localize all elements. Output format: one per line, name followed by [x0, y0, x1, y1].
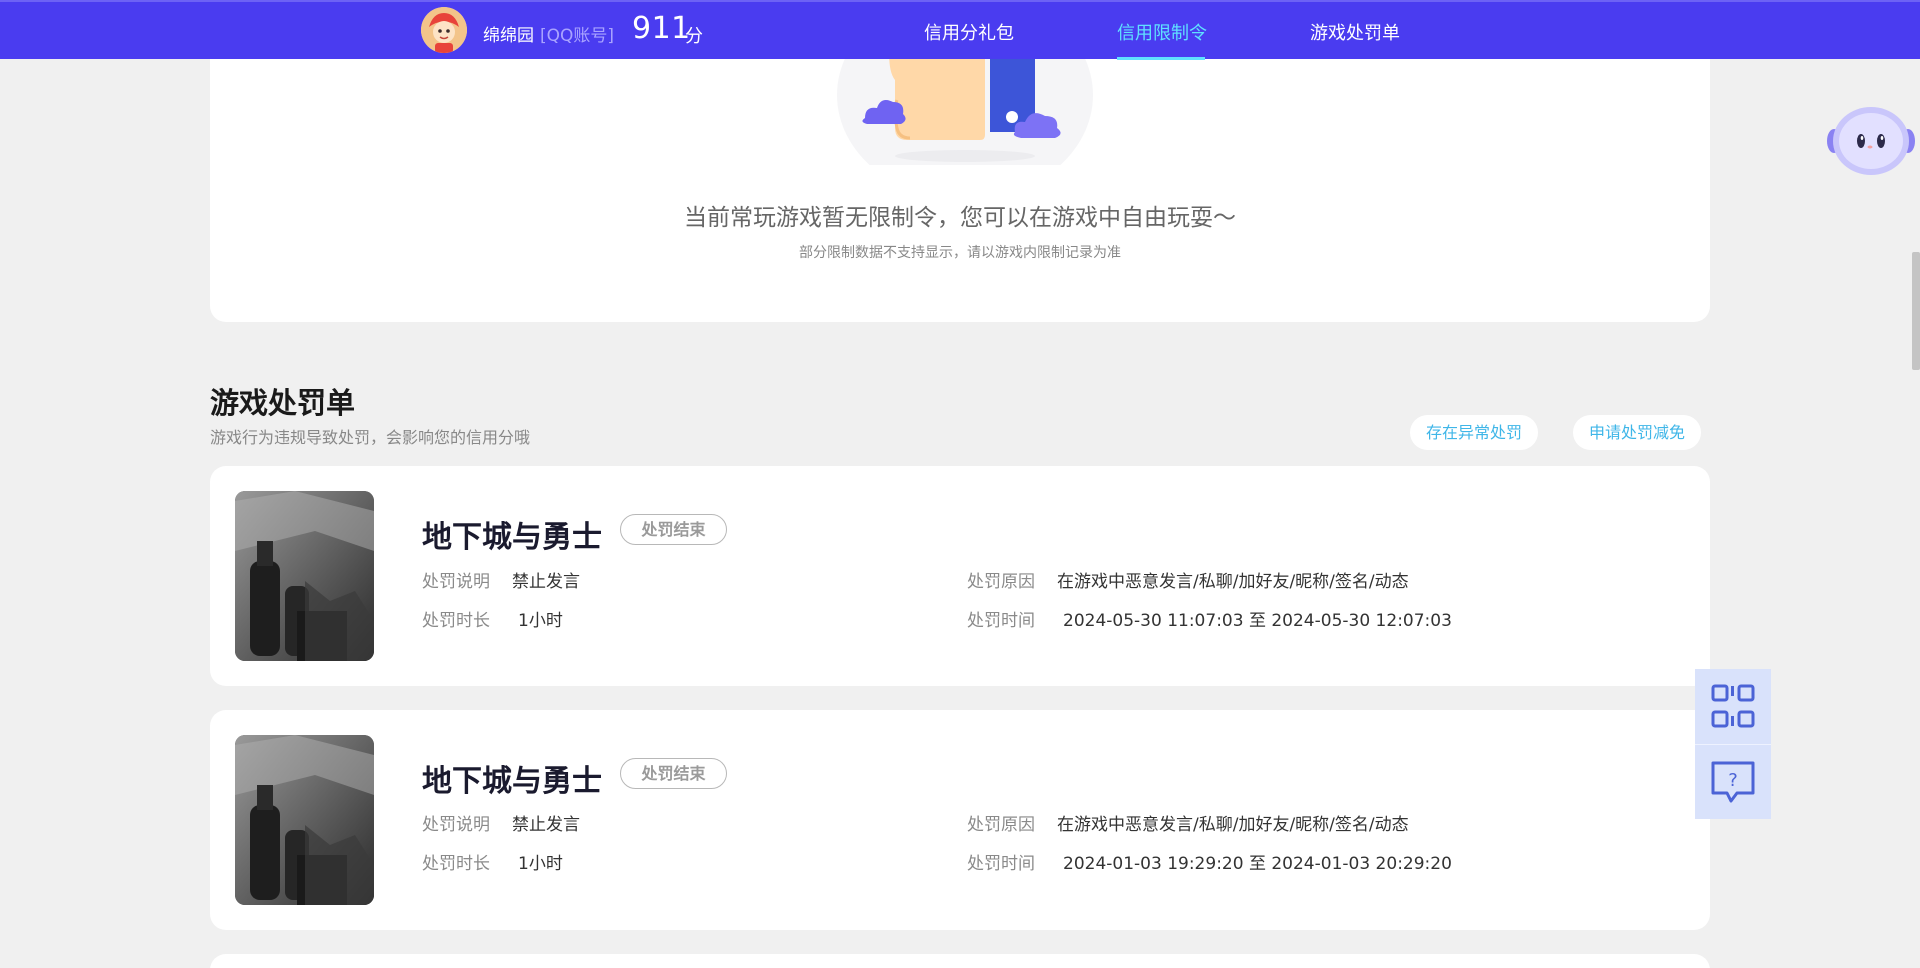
game-thumbnail: [235, 491, 374, 661]
game-name: 地下城与勇士: [422, 520, 602, 555]
penalty-reason-label: 处罚原因: [967, 815, 1035, 835]
tab-credit-gift[interactable]: 信用分礼包: [924, 19, 1014, 45]
status-badge: 处罚结束: [620, 758, 727, 789]
qr-code-icon: [1711, 684, 1755, 728]
penalty-duration-label: 处罚时长: [422, 611, 490, 631]
penalty-card: 地下城与勇士 处罚结束 处罚说明 禁止发言 处罚时长 1小时 处罚原因 在游戏中…: [210, 710, 1710, 930]
active-tab-indicator: [1117, 57, 1205, 60]
penalty-duration-value: 1小时: [518, 854, 563, 874]
penalty-time-label: 处罚时间: [967, 611, 1035, 631]
username: 绵绵园: [483, 26, 534, 46]
qr-code-button[interactable]: [1695, 669, 1771, 744]
game-name: 地下城与勇士: [422, 764, 602, 799]
penalty-card: [210, 954, 1710, 968]
penalty-time-value: 2024-01-03 19:29:20 至 2024-01-03 20:29:2…: [1063, 854, 1452, 874]
account-type: [QQ账号]: [540, 26, 615, 46]
penalty-reason-value: 在游戏中恶意发言/私聊/加好友/昵称/签名/动态: [1057, 815, 1409, 835]
penalty-reason-label: 处罚原因: [967, 572, 1035, 592]
penalty-desc-label: 处罚说明: [422, 572, 490, 592]
abnormal-penalty-button[interactable]: 存在异常处罚: [1410, 415, 1539, 450]
credit-score: 911: [632, 11, 691, 46]
penalty-desc-value: 禁止发言: [512, 572, 580, 592]
section-description: 游戏行为违规导致处罚，会影响您的信用分哦: [210, 428, 531, 447]
no-limit-message: 当前常玩游戏暂无限制令，您可以在游戏中自由玩耍～: [684, 205, 1236, 231]
tab-game-penalty[interactable]: 游戏处罚单: [1310, 19, 1400, 45]
apply-reduction-button[interactable]: 申请处罚减免: [1573, 415, 1702, 450]
limit-note: 部分限制数据不支持显示，请以游戏内限制记录为准: [799, 245, 1121, 261]
status-badge: 处罚结束: [620, 514, 727, 545]
game-thumbnail: [235, 735, 374, 905]
help-button[interactable]: ?: [1695, 744, 1771, 819]
penalty-time-value: 2024-05-30 11:07:03 至 2024-05-30 12:07:0…: [1063, 611, 1452, 631]
help-chat-icon: ?: [1711, 761, 1755, 803]
penalty-card: 地下城与勇士 处罚结束 处罚说明 禁止发言 处罚时长 1小时 处罚原因 在游戏中…: [210, 466, 1710, 686]
penalty-reason-value: 在游戏中恶意发言/私聊/加好友/昵称/签名/动态: [1057, 572, 1409, 592]
penalty-desc-label: 处罚说明: [422, 815, 490, 835]
credit-score-unit: 分: [685, 26, 703, 47]
penalty-desc-value: 禁止发言: [512, 815, 580, 835]
tab-credit-limit[interactable]: 信用限制令: [1117, 19, 1207, 45]
svg-text:?: ?: [1728, 770, 1738, 791]
floating-toolbar: ?: [1695, 669, 1771, 819]
penalty-duration-value: 1小时: [518, 611, 563, 631]
penalty-time-label: 处罚时间: [967, 854, 1035, 874]
user-avatar[interactable]: [421, 7, 467, 53]
section-title: 游戏处罚单: [210, 386, 356, 420]
page-scrollbar[interactable]: [1912, 252, 1920, 370]
top-navigation-bar: 绵绵园 [QQ账号] 911 分 信用分礼包 信用限制令 游戏处罚单: [0, 0, 1920, 60]
robot-assistant-icon[interactable]: [1826, 105, 1916, 177]
penalty-duration-label: 处罚时长: [422, 854, 490, 874]
